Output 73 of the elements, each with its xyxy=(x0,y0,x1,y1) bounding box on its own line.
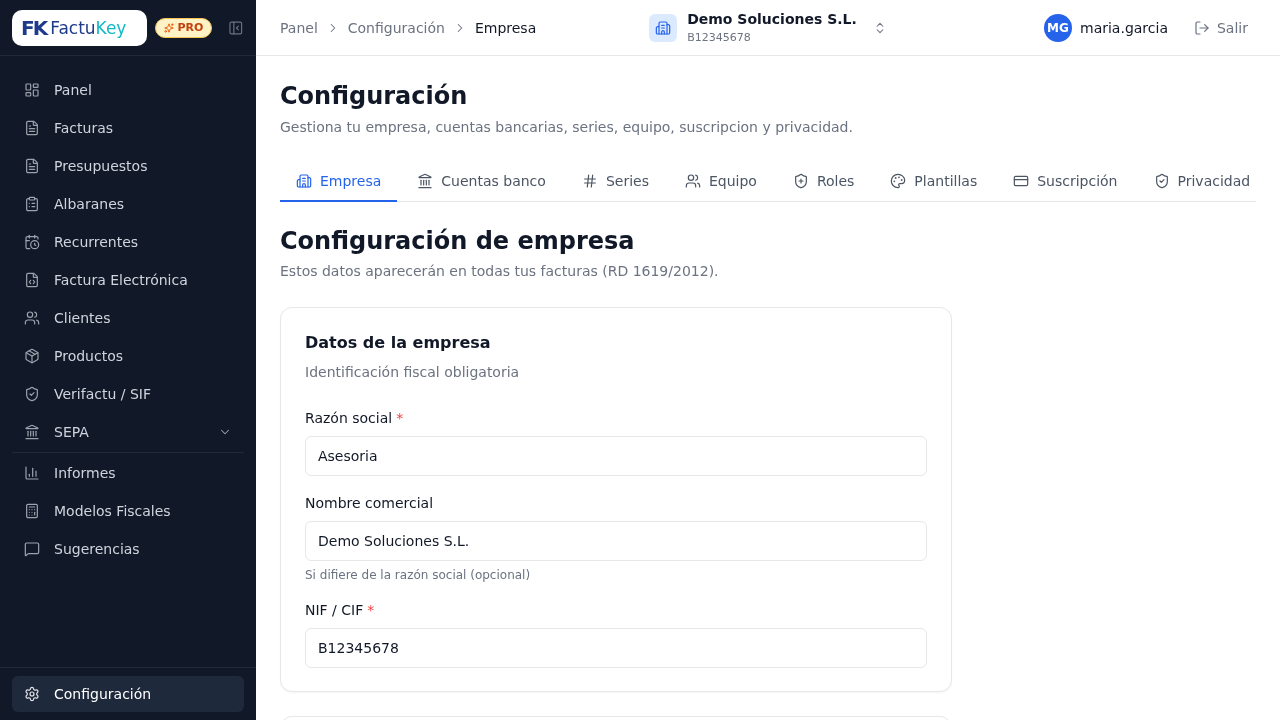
field-label: NIF / CIF xyxy=(305,601,364,620)
company-name[interactable]: Demo Soluciones S.L. xyxy=(687,10,857,29)
logout-button[interactable]: Salir xyxy=(1186,13,1256,42)
sidebar-item[interactable]: Panel xyxy=(12,72,244,108)
sidebar-item[interactable]: SEPA xyxy=(12,414,244,450)
required-marker: * xyxy=(396,409,404,428)
code-file-icon xyxy=(24,272,40,288)
sidebar-item[interactable]: Presupuestos xyxy=(12,148,244,184)
shield-check-icon xyxy=(1153,172,1170,189)
document-icon xyxy=(24,158,40,174)
tab[interactable]: Privacidad xyxy=(1137,161,1267,202)
text-input[interactable]: B12345678 xyxy=(305,628,927,668)
breadcrumb-link[interactable]: Panel xyxy=(280,19,318,36)
logout-icon xyxy=(1194,19,1210,36)
bank-icon xyxy=(417,172,434,189)
card-title: Datos de la empresa xyxy=(305,332,492,354)
page-subtitle: Gestiona tu empresa, cuentas bancarias, series, equipo, suscripcion y privacidad. xyxy=(280,118,854,137)
field-label: Razón social xyxy=(305,409,393,428)
settings-icon xyxy=(24,686,40,702)
sidebar-item[interactable]: Facturas xyxy=(12,110,244,146)
palette-icon xyxy=(890,172,907,189)
sidebar-item[interactable]: Informes xyxy=(12,455,244,491)
tab[interactable]: Empresa xyxy=(280,161,398,202)
logo-wordmark: FactuKey xyxy=(50,16,127,39)
tab[interactable]: Cuentas banco xyxy=(401,161,562,202)
sidebar-item[interactable]: Sugerencias xyxy=(12,531,244,567)
document-icon xyxy=(24,120,40,136)
breadcrumb-link[interactable]: Configuración xyxy=(347,19,445,36)
clipboard-icon xyxy=(24,196,40,212)
sidebar-collapse-icon[interactable] xyxy=(228,19,244,36)
card-subtitle: Identificación fiscal obligatoria xyxy=(305,363,521,382)
avatar: MG xyxy=(1044,13,1072,42)
bank-icon xyxy=(24,424,40,440)
users-icon xyxy=(24,310,40,326)
users-icon xyxy=(684,172,701,189)
sidebar-item[interactable]: Clientes xyxy=(12,300,244,336)
text-input[interactable]: Asesoria xyxy=(305,436,927,476)
shield-check-icon xyxy=(24,386,40,402)
chat-icon xyxy=(24,541,40,557)
text-input[interactable]: Demo Soluciones S.L. xyxy=(305,521,927,561)
sidebar-item[interactable]: Factura Electrónica xyxy=(12,262,244,298)
sidebar-item[interactable]: Verifactu / SIF xyxy=(12,376,244,412)
field-label: Nombre comercial xyxy=(305,494,434,513)
sparkle-icon xyxy=(163,22,174,33)
plan-label: PRO xyxy=(177,20,204,35)
sidebar-item[interactable]: Recurrentes xyxy=(12,224,244,260)
page-title: Configuración xyxy=(280,81,469,112)
section-title: Configuración de empresa xyxy=(280,226,636,257)
package-icon xyxy=(24,348,40,364)
sidebar-item[interactable]: Albaranes xyxy=(12,186,244,222)
sidebar-item[interactable]: Configuración xyxy=(12,676,244,712)
sidebar-item[interactable]: Productos xyxy=(12,338,244,374)
company-tax-id: B12345678 xyxy=(687,30,752,45)
sidebar-item[interactable]: Modelos Fiscales xyxy=(12,493,244,529)
dashboard-icon xyxy=(24,82,40,98)
building-icon xyxy=(296,172,312,189)
tab[interactable]: Equipo xyxy=(668,161,773,202)
tab[interactable]: Roles xyxy=(776,161,871,202)
shield-plus-icon xyxy=(792,172,809,189)
required-marker: * xyxy=(367,601,375,620)
tab[interactable]: Plantillas xyxy=(874,161,994,202)
building-icon xyxy=(649,13,678,42)
hash-icon xyxy=(581,172,598,189)
section-subtitle: Estos datos aparecerán en todas tus facturas (RD 1619/2012). xyxy=(280,262,720,281)
logo-mark: FK xyxy=(21,15,47,40)
user-name: maria.garcia xyxy=(1080,19,1168,36)
calendar-clock-icon xyxy=(24,234,40,250)
calculator-icon xyxy=(24,503,40,519)
current-page-label: Empresa xyxy=(474,19,537,36)
bar-chart-icon xyxy=(24,465,40,481)
tab[interactable]: Series xyxy=(565,161,665,202)
tab[interactable]: Suscripción xyxy=(997,161,1134,202)
field-hint: Si difiere de la razón social (opcional) xyxy=(305,567,532,583)
